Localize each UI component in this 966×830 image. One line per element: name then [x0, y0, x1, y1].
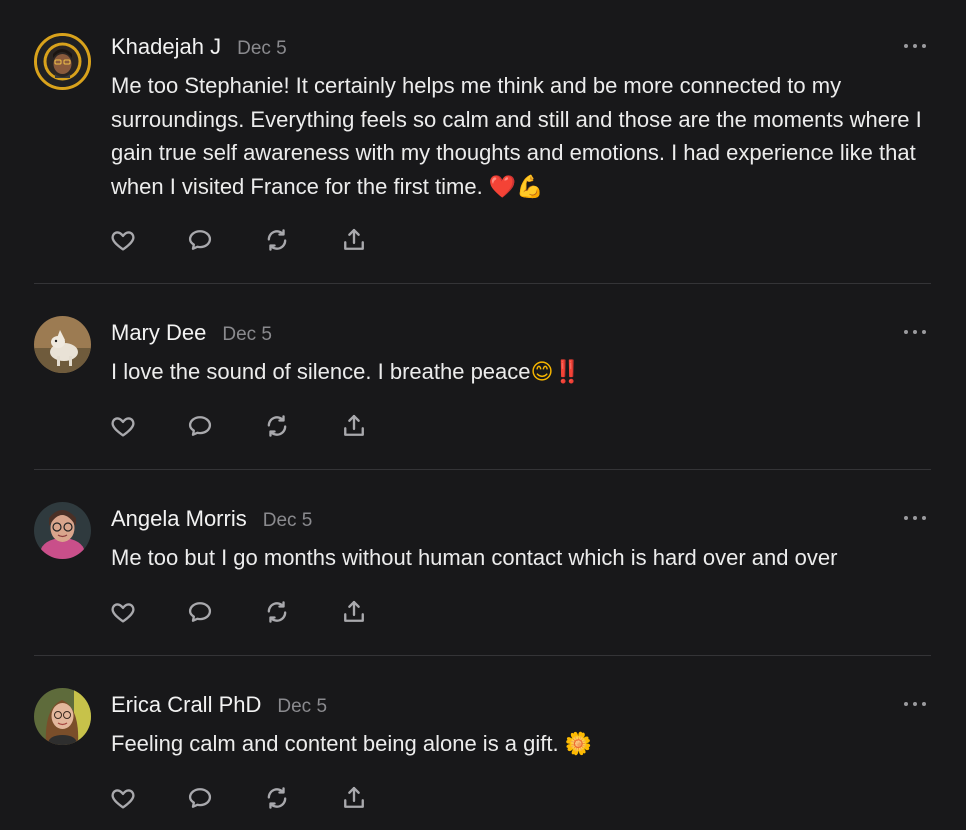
- divider: [34, 283, 931, 284]
- like-button[interactable]: [108, 597, 138, 627]
- restack-icon: [267, 601, 287, 623]
- comment-author[interactable]: Mary Dee: [111, 320, 206, 346]
- heart-icon: [111, 603, 135, 623]
- reply-button[interactable]: [185, 597, 215, 627]
- reply-button[interactable]: [185, 783, 215, 813]
- comment-bubble-icon: [188, 416, 212, 436]
- comment-text: I love the sound of silence. I breathe p…: [111, 355, 936, 389]
- flexed-biceps-emoji: 💪: [516, 173, 544, 199]
- heart-icon: [111, 417, 135, 437]
- share-icon: [344, 786, 364, 808]
- share-button[interactable]: [339, 783, 369, 813]
- heart-emoji: ❤️: [488, 173, 517, 199]
- comment-author[interactable]: Khadejah J: [111, 34, 221, 60]
- reply-button[interactable]: [185, 411, 215, 441]
- comment-date[interactable]: Dec 5: [277, 696, 327, 718]
- comment-author[interactable]: Erica Crall PhD: [111, 692, 261, 718]
- comment-actions: [108, 597, 416, 627]
- share-button[interactable]: [339, 411, 369, 441]
- comment-actions: [108, 225, 416, 255]
- comment-actions: [108, 411, 416, 441]
- comment-text-content: Me too but I go months without human con…: [111, 545, 838, 570]
- divider: [34, 469, 931, 470]
- comment-bubble-icon: [188, 602, 212, 622]
- share-icon: [344, 414, 364, 436]
- more-options-icon[interactable]: [904, 42, 926, 50]
- restack-icon: [267, 229, 287, 251]
- comment-text: Me too Stephanie! It certainly helps me …: [111, 69, 936, 203]
- comment-bubble-icon: [188, 788, 212, 808]
- comment-text: Feeling calm and content being alone is …: [111, 727, 936, 761]
- avatar[interactable]: [34, 316, 91, 373]
- like-button[interactable]: [108, 783, 138, 813]
- blossom-emoji: 🌼: [564, 731, 593, 756]
- restack-button[interactable]: [262, 597, 292, 627]
- heart-icon: [111, 231, 135, 251]
- comment-date[interactable]: Dec 5: [222, 324, 272, 346]
- comment-text-content: I love the sound of silence. I breathe p…: [111, 359, 531, 384]
- divider: [34, 655, 931, 656]
- share-button[interactable]: [339, 225, 369, 255]
- more-options-icon[interactable]: [904, 514, 926, 522]
- share-icon: [344, 600, 364, 622]
- more-options-icon[interactable]: [904, 700, 926, 708]
- more-options-icon[interactable]: [904, 328, 926, 336]
- comment-date[interactable]: Dec 5: [263, 510, 313, 532]
- reply-button[interactable]: [185, 225, 215, 255]
- comment-text-content: Feeling calm and content being alone is …: [111, 731, 565, 756]
- avatar[interactable]: [34, 688, 91, 745]
- comment-text: Me too but I go months without human con…: [111, 541, 936, 575]
- like-button[interactable]: [108, 411, 138, 441]
- like-button[interactable]: [108, 225, 138, 255]
- restack-button[interactable]: [262, 411, 292, 441]
- share-icon: [344, 228, 364, 250]
- avatar[interactable]: [34, 502, 91, 559]
- avatar[interactable]: [34, 33, 91, 90]
- restack-icon: [267, 415, 287, 437]
- share-button[interactable]: [339, 597, 369, 627]
- comment-bubble-icon: [188, 230, 212, 250]
- restack-button[interactable]: [262, 783, 292, 813]
- restack-icon: [267, 787, 287, 809]
- comment-date[interactable]: Dec 5: [237, 38, 287, 60]
- double-exclamation-emoji: ‼️: [553, 359, 581, 384]
- restack-button[interactable]: [262, 225, 292, 255]
- comment-author[interactable]: Angela Morris: [111, 506, 247, 532]
- smiling-face-emoji: 😊: [530, 359, 554, 384]
- heart-icon: [111, 789, 135, 809]
- comment-actions: [108, 783, 416, 813]
